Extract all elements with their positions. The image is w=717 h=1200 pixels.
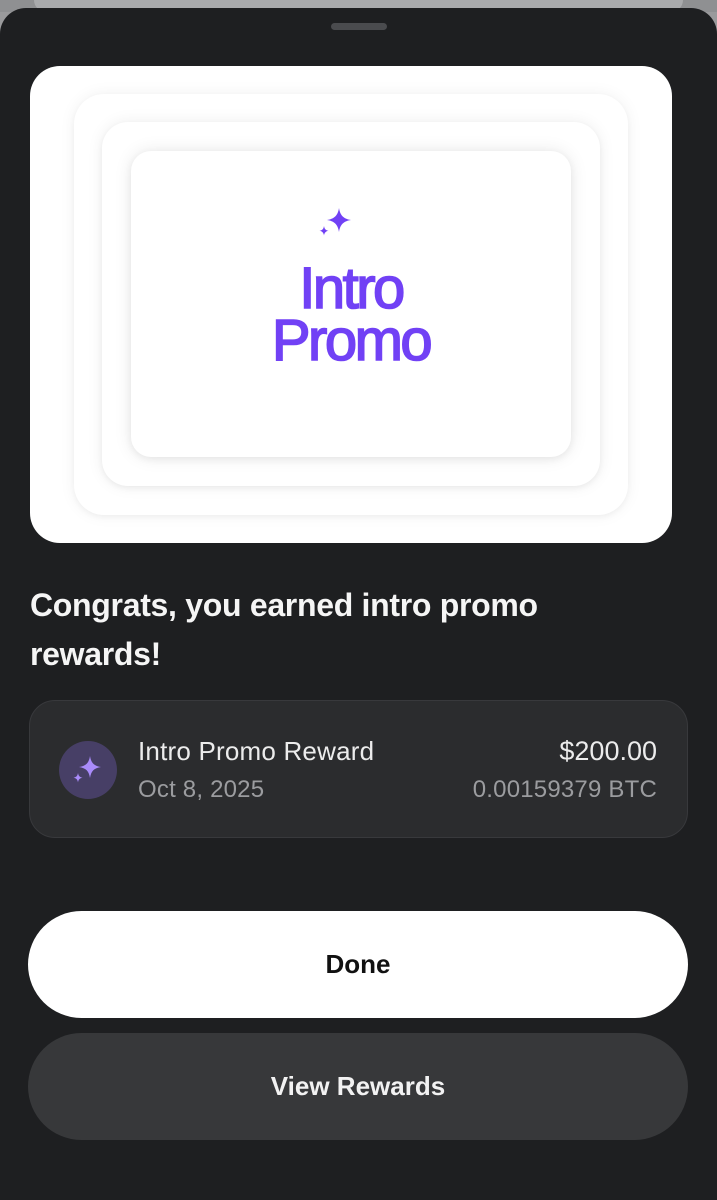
reward-crypto-amount: 0.00159379 BTC xyxy=(472,776,657,803)
sparkle-icon xyxy=(73,756,101,783)
reward-name: Intro Promo Reward xyxy=(138,736,375,766)
reward-avatar xyxy=(59,741,117,799)
promo-title: Intro Promo xyxy=(131,259,571,373)
done-button[interactable]: Done xyxy=(28,911,688,1018)
promo-card: Intro Promo xyxy=(131,151,571,457)
sheet-grabber-handle[interactable] xyxy=(331,23,387,30)
reward-date: Oct 8, 2025 xyxy=(138,776,265,803)
congrats-headline: Congrats, you earned intro promo rewards… xyxy=(30,587,538,672)
reward-amount: $200.00 xyxy=(559,736,657,766)
promo-title-line: Promo xyxy=(271,308,433,373)
bottom-sheet: Intro Promo Congrats, you earned intro p… xyxy=(0,8,717,1200)
promo-hero-image: Intro Promo xyxy=(30,66,672,543)
reward-row[interactable]: Intro Promo Reward Oct 8, 2025 $200.00 0… xyxy=(29,700,688,838)
sparkle-icon xyxy=(319,208,351,236)
view-rewards-button[interactable]: View Rewards xyxy=(28,1033,688,1140)
